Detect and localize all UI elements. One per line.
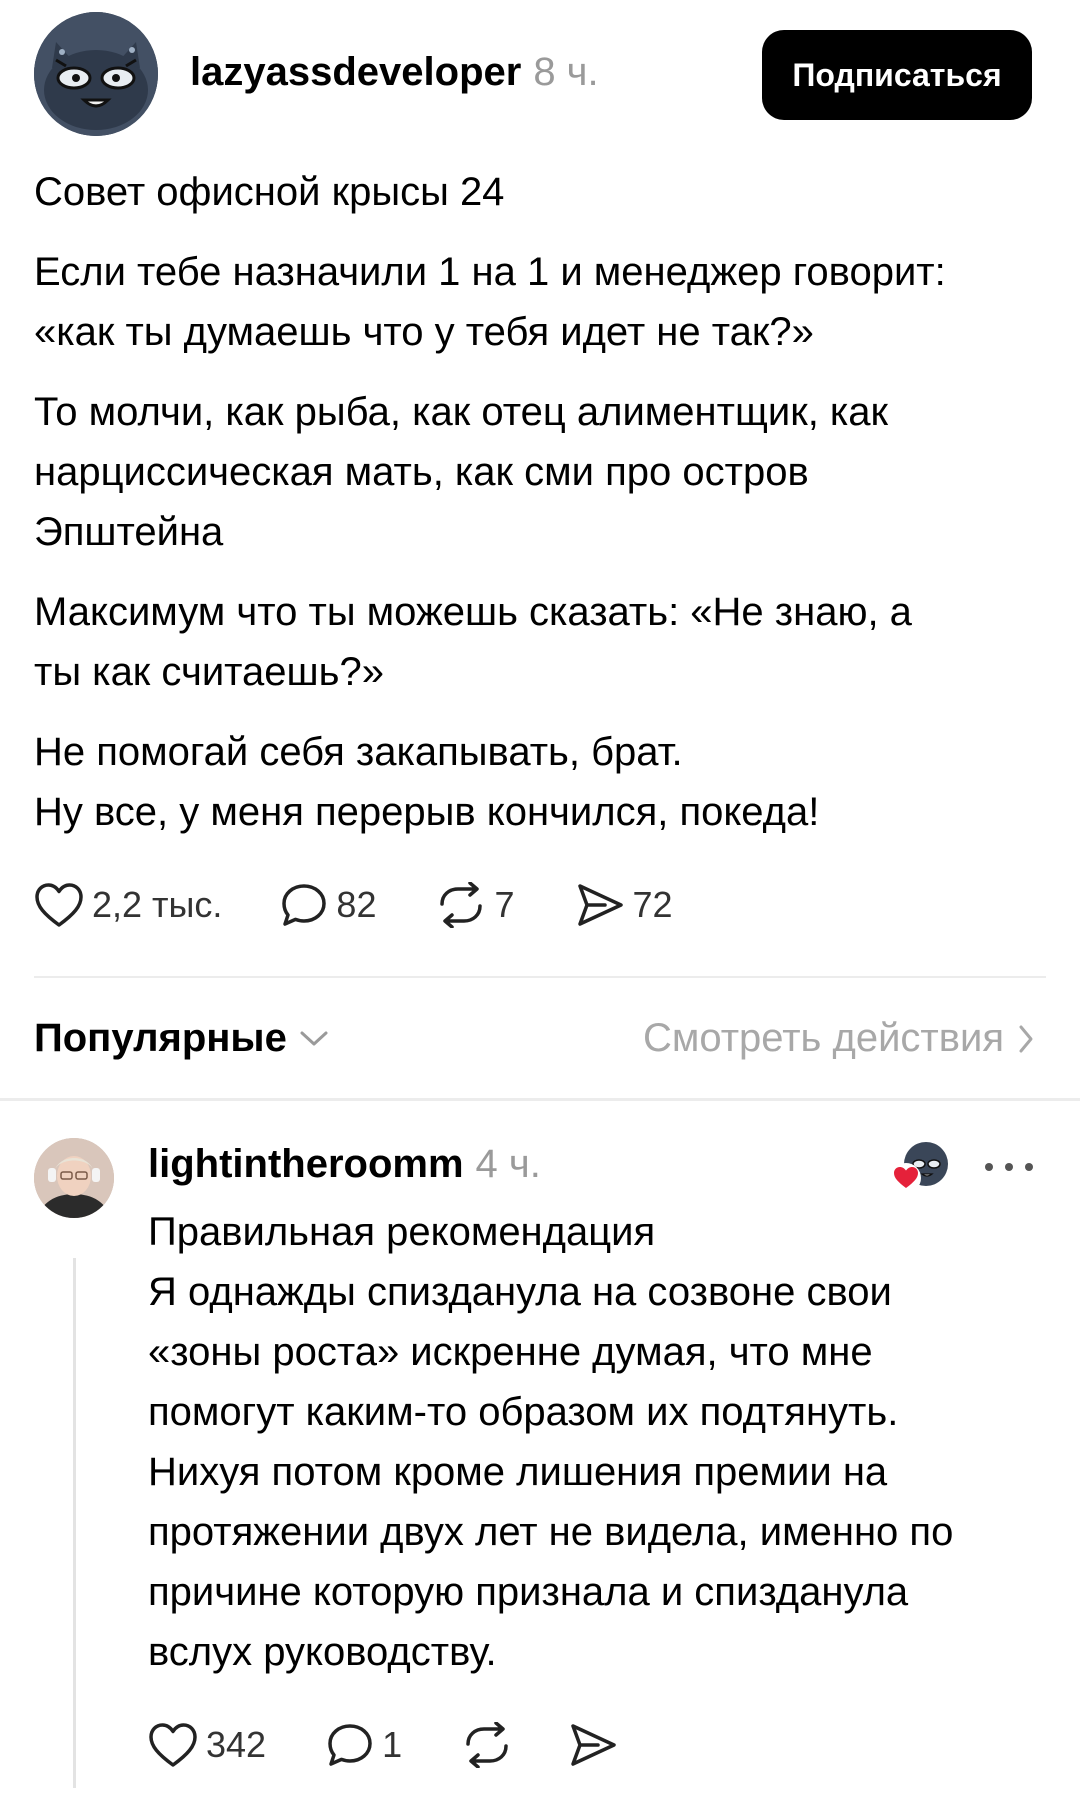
comment-icon <box>282 884 327 926</box>
reply-username[interactable]: lightintheroomm <box>148 1142 464 1186</box>
reply-line: причине которую признала и спизданула <box>148 1570 909 1614</box>
post-line: ты как считаешь?» <box>34 650 384 694</box>
comment-button[interactable]: 82 <box>280 882 376 928</box>
more-icon-dot <box>985 1163 993 1171</box>
chevron-down-icon <box>300 1031 328 1045</box>
reply-like-count: 342 <box>206 1724 267 1765</box>
share-count: 72 <box>632 884 673 925</box>
chevron-right-icon <box>1019 1025 1033 1052</box>
author-liked-indicator <box>890 1140 952 1196</box>
reply-line: Правильная рекомендация <box>148 1210 656 1254</box>
post-time: 8 ч. <box>533 50 599 94</box>
follow-button[interactable]: Подписаться <box>762 30 1032 120</box>
reply-avatar-image <box>34 1138 114 1218</box>
comment-icon <box>328 1724 372 1766</box>
post-line: Максимум что ты можешь сказать: «Не знаю… <box>34 590 912 634</box>
share-icon <box>577 884 623 926</box>
repost-count: 7 <box>494 884 515 925</box>
sort-dropdown[interactable]: Популярные <box>34 1016 329 1061</box>
reply-time: 4 ч. <box>475 1142 541 1186</box>
post-paragraph: Не помогай себя закапывать, брат. Ну все… <box>34 722 1044 842</box>
post-line: Ну все, у меня перерыв кончился, покеда! <box>34 790 820 834</box>
reply-line: «зоны роста» искренне думая, что мне <box>148 1330 873 1374</box>
repost-button[interactable]: 7 <box>436 882 515 928</box>
post-line: Эпштейна <box>34 510 224 554</box>
thread-line <box>73 1258 76 1788</box>
post-paragraph: Если тебе назначили 1 на 1 и менеджер го… <box>34 242 1044 362</box>
reply-text: Правильная рекомендация Я однажды спизда… <box>148 1202 1048 1682</box>
post-actions: 2,2 тыс. 82 7 72 <box>34 882 673 928</box>
sort-label: Популярные <box>34 1016 287 1060</box>
reply-line: Я однажды спизданула на созвоне свои <box>148 1270 892 1314</box>
like-button[interactable]: 2,2 тыс. <box>34 882 222 928</box>
more-icon-dot <box>1005 1163 1013 1171</box>
share-button[interactable]: 72 <box>575 882 673 928</box>
reply-author-avatar[interactable] <box>34 1138 114 1218</box>
replies-sort-row: Популярные Смотреть действия <box>34 1010 1044 1070</box>
author-avatar-image <box>34 12 158 136</box>
post-line: Совет офисной крысы 24 <box>34 170 505 214</box>
like-count: 2,2 тыс. <box>92 884 223 925</box>
reply-comment-count: 1 <box>382 1724 403 1765</box>
divider <box>34 976 1046 978</box>
author-meta: lazyassdeveloper 8 ч. <box>190 50 599 95</box>
section-divider <box>0 1098 1080 1101</box>
post-line: нарциссическая мать, как сми про остров <box>34 450 809 494</box>
post-paragraph: Максимум что ты можешь сказать: «Не знаю… <box>34 582 1044 702</box>
post-line: Не помогай себя закапывать, брат. <box>34 730 683 774</box>
author-avatar[interactable] <box>34 12 158 136</box>
post-text: Совет офисной крысы 24 Если тебе назначи… <box>34 162 1044 862</box>
reply-comment-button[interactable]: 1 <box>326 1722 402 1768</box>
view-activity-link[interactable]: Смотреть действия <box>643 1016 1034 1061</box>
post-line: Если тебе назначили 1 на 1 и менеджер го… <box>34 250 946 294</box>
reply-like-button[interactable]: 342 <box>148 1722 266 1768</box>
repost-icon <box>440 882 483 928</box>
reply-share-button[interactable] <box>568 1722 618 1768</box>
post-paragraph: Совет офисной крысы 24 <box>34 162 1044 222</box>
reply-actions: 342 1 <box>148 1722 618 1768</box>
heart-icon <box>149 1723 197 1767</box>
post-paragraph: То молчи, как рыба, как отец алиментщик,… <box>34 382 1044 562</box>
reply-line: вслух руководству. <box>148 1630 497 1674</box>
share-icon <box>571 1724 616 1766</box>
liked-by-author-icon <box>891 1142 948 1193</box>
more-options-button[interactable] <box>985 1155 1033 1179</box>
post-header: lazyassdeveloper 8 ч. Подписаться <box>0 0 1080 150</box>
comment-count: 82 <box>336 884 377 925</box>
reply-line: Нихуя потом кроме лишения премии на <box>148 1450 888 1494</box>
more-icon-dot <box>1025 1163 1033 1171</box>
reply-meta: lightintheroomm 4 ч. <box>148 1142 541 1187</box>
repost-icon <box>466 1722 508 1768</box>
post-line: То молчи, как рыба, как отец алиментщик,… <box>34 390 889 434</box>
reply-repost-button[interactable] <box>462 1722 512 1768</box>
post-line: «как ты думаешь что у тебя идет не так?» <box>34 310 814 354</box>
heart-icon <box>35 883 83 927</box>
reply-line: помогут каким-то образом их подтянуть. <box>148 1390 899 1434</box>
author-username[interactable]: lazyassdeveloper <box>190 50 521 94</box>
reply-line: протяжении двух лет не видела, именно по <box>148 1510 954 1554</box>
view-activity-label: Смотреть действия <box>642 1016 1004 1060</box>
